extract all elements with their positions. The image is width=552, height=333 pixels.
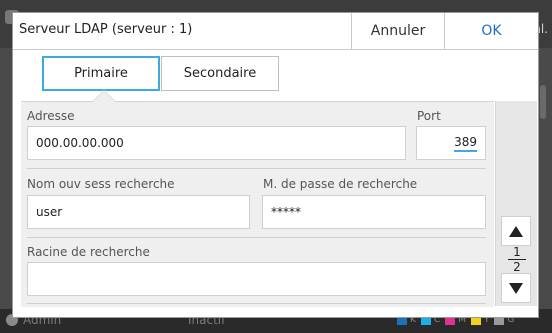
port-field[interactable]: 389 xyxy=(416,126,486,160)
tab-secondary[interactable]: Secondaire xyxy=(161,56,279,91)
cancel-button[interactable]: Annuler xyxy=(351,13,445,49)
tab-primary[interactable]: Primaire xyxy=(42,56,160,91)
scroll-down-button[interactable] xyxy=(501,273,531,303)
arrow-up-icon xyxy=(509,225,523,237)
port-value: 389 xyxy=(454,135,477,152)
address-value: 000.00.00.000 xyxy=(36,136,124,150)
background-scrollbar xyxy=(540,85,546,119)
total-pages: 2 xyxy=(513,260,521,274)
form-panel: Adresse 000.00.00.000 Port 389 Nom ouv s… xyxy=(21,101,494,307)
search-password-field[interactable]: ***** xyxy=(262,195,486,229)
tab-pointer xyxy=(93,91,115,102)
port-label: Port xyxy=(417,109,441,123)
scroll-up-button[interactable] xyxy=(501,216,531,246)
ldap-server-dialog: Serveur LDAP (serveur : 1) Annuler OK Pr… xyxy=(12,12,539,318)
dialog-title: Serveur LDAP (serveur : 1) xyxy=(19,22,193,37)
search-password-label: M. de passe de recherche xyxy=(263,177,418,191)
search-root-field[interactable] xyxy=(27,262,486,296)
page-scroller: 1 2 xyxy=(495,101,537,306)
address-field[interactable]: 000.00.00.000 xyxy=(27,126,406,160)
search-root-label: Racine de recherche xyxy=(27,245,150,259)
current-page: 1 xyxy=(508,245,526,260)
divider xyxy=(27,237,486,238)
dialog-header: Serveur LDAP (serveur : 1) Annuler OK xyxy=(13,13,538,50)
search-user-value: user xyxy=(36,205,63,219)
search-user-field[interactable]: user xyxy=(27,195,250,229)
divider xyxy=(27,303,486,304)
arrow-down-icon xyxy=(509,282,523,294)
ok-button[interactable]: OK xyxy=(445,13,538,49)
address-label: Adresse xyxy=(27,109,75,123)
divider xyxy=(27,168,486,169)
search-user-label: Nom ouv sess recherche xyxy=(27,177,175,191)
search-password-value: ***** xyxy=(271,205,301,219)
page-indicator: 1 2 xyxy=(508,245,526,274)
